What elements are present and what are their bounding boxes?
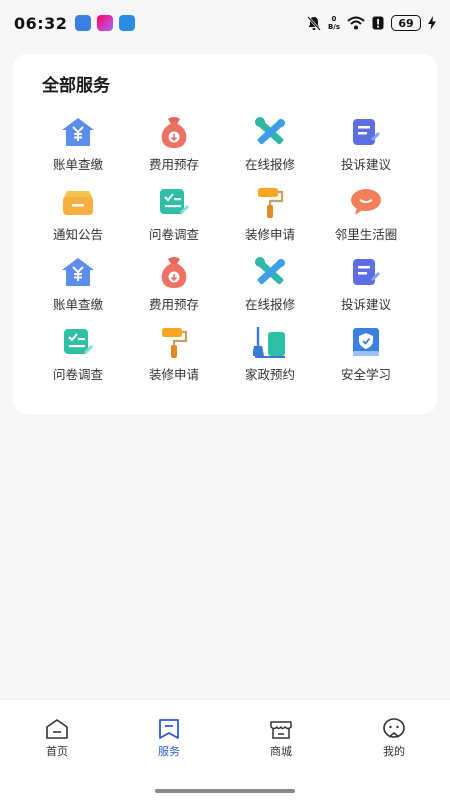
status-bar: 06:32 0 B/s 69 [0, 0, 450, 46]
service-label: 在线报修 [244, 157, 295, 172]
service-bill-payment[interactable]: 账单查缴 [30, 114, 126, 184]
service-label: 邻里生活圈 [334, 227, 398, 242]
service-label: 装修申请 [148, 367, 199, 382]
service-renovation[interactable]: 装修申请 [222, 184, 318, 254]
tools-icon [252, 254, 288, 290]
service-label: 账单查缴 [52, 157, 103, 172]
edit-note-icon [348, 114, 384, 150]
all-services-card: 全部服务 账单查缴 费用预存 在线报修 投诉建议 通知公告 问卷调查 装修申请 … [13, 54, 437, 414]
app-notification-icon [119, 15, 136, 31]
app-notification-icon [75, 15, 92, 31]
service-label: 账单查缴 [52, 297, 103, 312]
shield-book-icon [348, 324, 384, 360]
network-speed: 0 B/s [328, 15, 340, 31]
service-label: 在线报修 [244, 297, 295, 312]
service-grid: 账单查缴 费用预存 在线报修 投诉建议 通知公告 问卷调查 装修申请 邻里生活圈… [30, 114, 414, 394]
service-safety-learning[interactable]: 安全学习 [318, 324, 414, 394]
service-prepay[interactable]: 费用预存 [126, 114, 222, 184]
store-icon [270, 721, 292, 739]
battery-indicator: 69 [391, 15, 421, 31]
service-complaint[interactable]: 投诉建议 [318, 254, 414, 324]
bottom-navigation: 首页 服务 商城 我的 [0, 699, 450, 800]
service-online-repair[interactable]: 在线报修 [222, 114, 318, 184]
paint-roller-icon [156, 324, 192, 360]
tools-icon [252, 114, 288, 150]
nav-item-home[interactable]: 首页 [27, 718, 87, 759]
charging-icon [428, 16, 436, 30]
paint-roller-icon [252, 184, 288, 220]
status-app-icons [75, 15, 136, 31]
service-online-repair[interactable]: 在线报修 [222, 254, 318, 324]
service-label: 家政预约 [244, 367, 295, 382]
sim-alert-icon [372, 16, 384, 30]
nav-label: 首页 [46, 745, 68, 758]
service-label: 装修申请 [244, 227, 295, 242]
app-notification-icon [97, 15, 114, 31]
service-label: 投诉建议 [340, 297, 391, 312]
service-housekeeping[interactable]: 家政预约 [222, 324, 318, 394]
service-survey[interactable]: 问卷调查 [30, 324, 126, 394]
network-speed-unit: B/s [327, 23, 340, 31]
service-notice[interactable]: 通知公告 [30, 184, 126, 254]
mute-bell-icon [307, 15, 321, 31]
wifi-icon [347, 16, 365, 30]
money-bag-icon [156, 114, 192, 150]
service-prepay[interactable]: 费用预存 [126, 254, 222, 324]
home-indicator[interactable] [155, 789, 295, 793]
service-label: 问卷调查 [52, 367, 103, 382]
service-label: 费用预存 [148, 157, 199, 172]
service-icon [159, 719, 179, 739]
service-survey[interactable]: 问卷调查 [126, 184, 222, 254]
service-label: 投诉建议 [340, 157, 391, 172]
bill-house-icon [60, 254, 96, 290]
nav-item-profile[interactable]: 我的 [364, 718, 424, 759]
service-renovation[interactable]: 装修申请 [126, 324, 222, 394]
network-speed-value: 0 [331, 15, 337, 23]
nav-label: 服务 [158, 745, 180, 758]
nav-label: 商城 [270, 745, 292, 758]
nav-label: 我的 [383, 745, 405, 758]
edit-note-icon [348, 254, 384, 290]
service-complaint[interactable]: 投诉建议 [318, 114, 414, 184]
service-label: 问卷调查 [148, 227, 199, 242]
clipboard-check-icon [156, 184, 192, 220]
chat-bubble-icon [348, 184, 384, 220]
money-bag-icon [156, 254, 192, 290]
service-label: 费用预存 [148, 297, 199, 312]
notice-box-icon [60, 184, 96, 220]
service-label: 安全学习 [340, 367, 391, 382]
home-icon [46, 719, 68, 739]
profile-icon [383, 718, 405, 738]
status-system-icons: 0 B/s 69 [307, 15, 436, 31]
service-bill-payment[interactable]: 账单查缴 [30, 254, 126, 324]
broom-icon [252, 324, 288, 360]
card-title: 全部服务 [42, 76, 110, 96]
bill-house-icon [60, 114, 96, 150]
status-time: 06:32 [14, 13, 68, 33]
service-neighborhood[interactable]: 邻里生活圈 [318, 184, 414, 254]
nav-item-store[interactable]: 商城 [251, 718, 311, 759]
nav-item-service[interactable]: 服务 [139, 718, 199, 759]
clipboard-check-icon [60, 324, 96, 360]
service-label: 通知公告 [52, 227, 103, 242]
